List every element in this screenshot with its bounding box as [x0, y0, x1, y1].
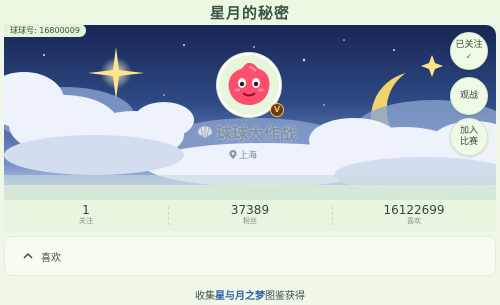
location: 上海: [229, 148, 257, 161]
collection-hint: 收集星与月之梦图鉴获得: [0, 287, 500, 303]
stat-label: 粉丝: [243, 217, 257, 225]
join-button-label-line2: 比赛: [459, 137, 478, 147]
stat-following[interactable]: 1 关注: [4, 200, 168, 231]
likes-section-label: 喜欢: [41, 252, 61, 264]
stat-likes[interactable]: 16122699 喜欢: [332, 200, 496, 231]
shell-icon: [197, 125, 213, 139]
game-title: 球球大作战: [216, 124, 297, 143]
footer-suffix: 图鉴获得: [265, 291, 305, 302]
stats-bar: 1 关注 37389 粉丝 16122699 喜欢: [4, 200, 496, 231]
stat-value: 16122699: [383, 203, 445, 217]
watch-button[interactable]: 观战: [450, 77, 488, 115]
check-icon: ✓: [465, 52, 473, 61]
location-text: 上海: [239, 151, 258, 161]
level-badge: V: [270, 103, 284, 117]
player-id-chip: 球球号: 16800009: [4, 24, 86, 37]
likes-section-toggle[interactable]: 喜欢: [4, 236, 496, 276]
page-title: 星月的秘密: [209, 4, 290, 22]
game-title-row: 球球大作战: [196, 121, 296, 143]
follow-button-label: 已关注: [455, 40, 483, 50]
stat-value: 1: [82, 203, 90, 217]
watch-button-label: 观战: [459, 90, 478, 101]
location-pin-icon: [229, 150, 237, 159]
join-match-button[interactable]: 加入 比赛: [450, 118, 488, 156]
footer-prefix: 收集: [195, 291, 215, 302]
stat-label: 关注: [79, 217, 93, 225]
follow-button[interactable]: 已关注 ✓: [450, 32, 488, 70]
chevron-up-icon: [23, 252, 33, 259]
footer-highlight[interactable]: 星与月之梦: [215, 291, 265, 302]
page-header: 星月的秘密: [0, 0, 500, 26]
stat-label: 喜欢: [407, 217, 421, 225]
stat-fans[interactable]: 37389 粉丝: [168, 200, 332, 231]
join-button-label-line1: 加入: [459, 126, 478, 136]
stat-value: 37389: [230, 203, 270, 217]
